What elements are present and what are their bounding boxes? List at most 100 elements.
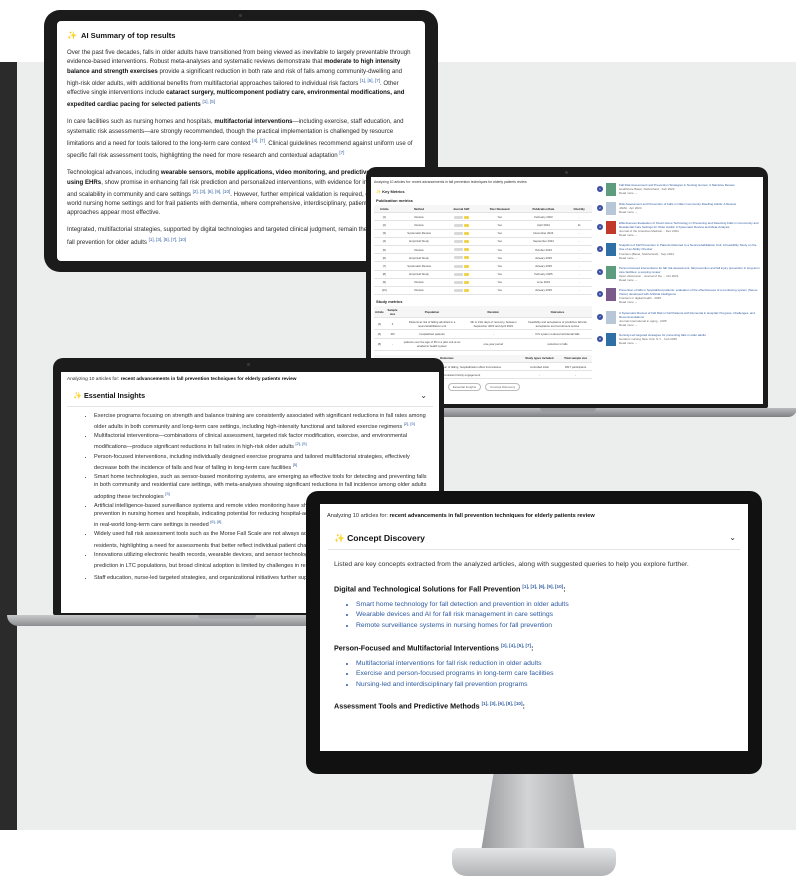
article-title[interactable]: A Systematic Review of Fall Risk in Fall… (619, 311, 760, 319)
article-item[interactable]: 7 A Systematic Review of Fall Risk in Fal… (597, 310, 760, 327)
method-cell: Systematic Review (394, 261, 444, 271)
sjr-quartile-badge (463, 289, 469, 293)
article-ref[interactable]: [3] (374, 229, 395, 238)
journal-sjr-cell (443, 220, 479, 230)
article-item[interactable]: 2 Risk Assessment and Prevention of Falls… (597, 202, 760, 215)
citation[interactable]: [3] (165, 491, 169, 496)
citation[interactable]: [5] (293, 462, 297, 467)
suggested-query-link[interactable]: Remote surveillance systems in nursing h… (356, 621, 734, 632)
concept-heading-text: Assessment Tools and Predictive Methods (334, 701, 482, 711)
method-cell: Review (394, 212, 444, 222)
read-more-link[interactable]: Read more → (619, 256, 760, 260)
read-more-link[interactable]: Read more → (619, 323, 760, 327)
article-title[interactable]: Effectiveness Evaluation of Smart Home T… (619, 221, 760, 229)
article-number: 6 (597, 291, 603, 298)
study-metrics-title: Study metrics (376, 299, 403, 305)
article-ref[interactable]: [10] (374, 286, 395, 296)
suggested-query-link[interactable]: Wearable devices and AI for fall risk ma… (356, 610, 734, 621)
article-thumbnail (606, 183, 616, 196)
essential-insights-button[interactable]: Essential Insights (447, 383, 482, 392)
table-cell: Yes (478, 278, 521, 287)
article-ref[interactable]: [4] (374, 237, 395, 246)
article-ref[interactable]: [1] (374, 212, 395, 222)
read-more-link[interactable]: Read more → (619, 210, 736, 214)
article-item[interactable]: 4 Snapshot of Fall Prevention in Patients… (597, 243, 760, 260)
article-title[interactable]: Snapshot of Fall Prevention in Patients … (619, 243, 760, 251)
read-more-link[interactable]: Read more → (619, 191, 735, 195)
article-ref[interactable]: [9] (374, 278, 395, 287)
table-row: [10] Review Yes January 2025- (374, 286, 592, 296)
article-title[interactable]: Person-focused interventions for fall ri… (619, 266, 760, 274)
citation[interactable]: [1], [5] (202, 99, 215, 104)
table-row: [8] - patients over the age of 65 in a pil… (374, 338, 592, 351)
analyzing-prefix: Analyzing 10 articles for: (67, 377, 121, 382)
concept-discovery-header[interactable]: ✨ Concept Discovery ⌄ (328, 527, 740, 551)
citation[interactable]: [1], [3], [5], [7], [10] (149, 237, 187, 242)
table-cell: - (463, 329, 523, 339)
read-more-link[interactable]: Read more → (619, 300, 760, 304)
sjr-quartile-badge (463, 240, 469, 244)
text: In care facilities such as nursing homes… (67, 118, 215, 126)
citation[interactable]: [1], [5], [7] (360, 78, 380, 83)
article-ref[interactable]: [7] (374, 261, 395, 271)
citation[interactable]: [2], [5] (295, 441, 306, 446)
article-thumbnail (606, 332, 616, 346)
article-item[interactable]: 8 Nursing-Led targeted strategies for pre… (597, 332, 760, 346)
monitor-stand-foot (452, 848, 616, 876)
column-header: Peer Reviewed (478, 205, 521, 214)
chevron-down-icon[interactable]: ⌄ (420, 391, 427, 400)
suggested-query-link[interactable]: Smart home technology for fall detection… (356, 600, 734, 611)
table-cell: April 2024 (520, 220, 567, 230)
journal-sjr-cell (443, 237, 479, 246)
citation[interactable]: [7] (339, 150, 344, 155)
read-more-link[interactable]: Read more → (619, 233, 760, 237)
citation[interactable]: [2], [5] (404, 421, 415, 426)
citation[interactable]: [1], [3], [6], [9], [10] (522, 584, 563, 589)
citation[interactable]: [6], [8] (210, 519, 221, 524)
read-more-link[interactable]: Read more → (619, 278, 760, 282)
article-title[interactable]: Prevention of falls in hospitalized pati… (619, 288, 760, 296)
table-cell: Feasibility and acceptance of predictive… (522, 317, 592, 331)
sjr-bar (453, 248, 463, 252)
table-cell: 11 (566, 220, 592, 230)
suggested-query-link[interactable]: Multifactorial interventions for fall ri… (356, 659, 734, 670)
article-ref[interactable]: [6] (374, 253, 395, 263)
suggested-query-link[interactable]: Exercise and person-focused programs in … (356, 669, 734, 680)
chevron-down-icon[interactable]: ⌄ (729, 533, 736, 544)
read-more-link[interactable]: Read more → (619, 341, 706, 345)
article-ref[interactable]: [8] (374, 270, 395, 279)
essential-insights-header[interactable]: ✨ Essential Insights ⌄ (67, 387, 433, 407)
article-item[interactable]: 3 Effectiveness Evaluation of Smart Home … (597, 221, 760, 237)
suggested-query-link[interactable]: Nursing-led and interdisciplinary fall p… (356, 680, 734, 691)
concept-discovery-button[interactable]: Concept Discovery (485, 383, 521, 392)
article-item[interactable]: 5 Person-focused interventions for fall r… (597, 265, 760, 282)
article-ref[interactable]: [8] (374, 338, 385, 351)
table-cell: - (566, 245, 592, 255)
concept-heading-text: Person-Focused and Multifactorial Interv… (334, 642, 501, 652)
suggested-queries: Smart home technology for fall detection… (320, 597, 748, 636)
citation[interactable]: [2], [4], [5], [7] (501, 643, 531, 648)
article-item[interactable]: 6 Prevention of falls in hospitalized pat… (597, 288, 760, 304)
table-cell: patients over the age of 65 in a pilot u… (400, 338, 464, 351)
table-cell: 3M (384, 329, 401, 339)
article-thumbnail (606, 310, 616, 324)
ai-summary-paragraph: Integrated, multifactorial strategies, s… (67, 225, 415, 246)
sjr-bar (453, 240, 463, 244)
table-cell: Yes (478, 212, 521, 222)
article-item[interactable]: 1 Fall Risk Assessment and Prevention Str… (597, 183, 760, 196)
citation[interactable]: [4], [7] (252, 138, 265, 143)
article-ref[interactable]: [6] (374, 329, 385, 339)
column-header: Population (400, 306, 464, 319)
table-cell: January 2025 (520, 253, 567, 263)
article-ref[interactable]: [5] (374, 245, 395, 255)
sjr-quartile-badge (463, 272, 469, 276)
article-number: 3 (597, 224, 603, 230)
citation[interactable]: [2], [3], [6], [9], [10] (193, 189, 231, 194)
article-ref[interactable]: [2] (374, 220, 395, 230)
citation[interactable]: [1], [3], [6], [8], [10] (482, 701, 523, 706)
monitor-device: Analyzing 10 articles for: recent advanc… (306, 491, 762, 774)
table-cell: - (566, 253, 592, 263)
article-ref[interactable]: [4] (374, 317, 385, 331)
table-row: [8] Empirical Study Yes February 2025- (374, 270, 592, 279)
table-cell: - (566, 237, 592, 246)
